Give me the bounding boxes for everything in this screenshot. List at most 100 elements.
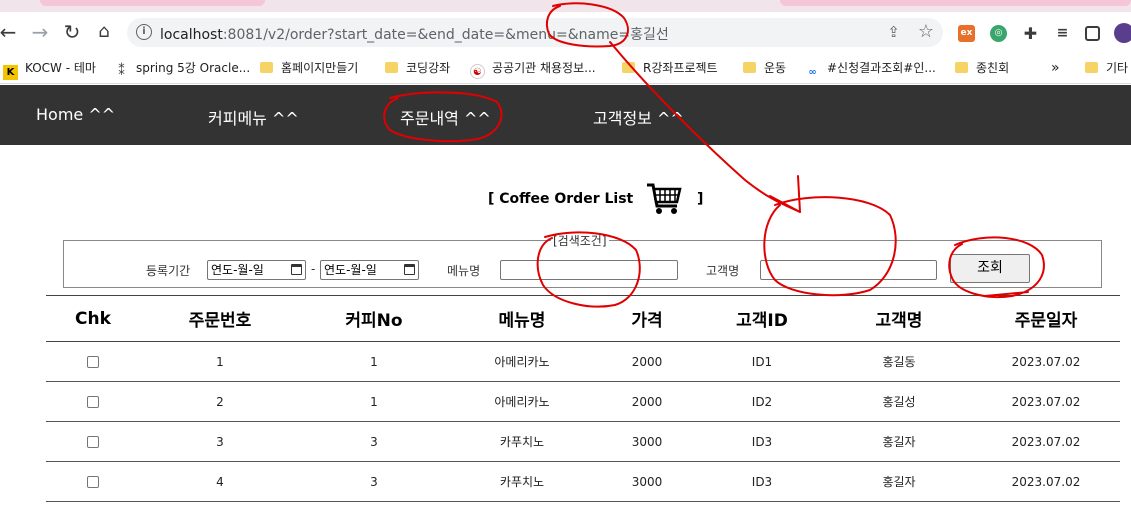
folder-icon: [260, 62, 273, 73]
header-menu-name: 메뉴명: [448, 295, 596, 342]
orders-table: Chk 주문번호 커피No 메뉴명 가격 고객ID 고객명 주문일자 1 1 아…: [46, 295, 1120, 502]
row-checkbox[interactable]: [87, 436, 99, 448]
calendar-icon[interactable]: [404, 264, 415, 275]
folder-icon: [743, 62, 756, 73]
bookmark-item[interactable]: K KOCW - 테마: [3, 58, 96, 80]
bookmark-label: 기타: [1106, 61, 1129, 75]
nav-order-list[interactable]: 주문내역 ^^: [400, 105, 491, 129]
bookmarks-overflow-button[interactable]: »: [1051, 58, 1060, 78]
bookmark-item[interactable]: 홈페이지만들기: [260, 58, 358, 78]
side-panel-icon[interactable]: [1085, 26, 1100, 41]
cell-order-no: 1: [140, 341, 300, 382]
dots-icon: ⁑: [118, 64, 125, 79]
cell-order-date: 2023.07.02: [972, 341, 1120, 382]
row-checkbox-cell: [46, 381, 140, 422]
header-customer-name: 고객명: [826, 295, 972, 342]
row-checkbox-cell: [46, 421, 140, 462]
cell-order-no: 2: [140, 381, 300, 422]
cell-coffee-no: 1: [300, 381, 448, 422]
folder-icon: [1085, 62, 1098, 73]
bookmark-item[interactable]: 종친회: [955, 58, 1009, 78]
bookmark-item[interactable]: ☯ 공공기관 채용정보...: [470, 58, 596, 79]
folder-icon: [622, 62, 635, 73]
tab-strip: [0, 0, 1131, 12]
start-date-input[interactable]: 연도-월-일: [207, 260, 306, 280]
bookmark-item[interactable]: 운동: [743, 58, 786, 78]
cell-menu-name: 아메리카노: [448, 341, 596, 382]
bookmarks-bar: K KOCW - 테마 ⁑ spring 5강 Oracle... 홈페이지만들기 …: [0, 52, 1131, 84]
bookmark-label: 운동: [764, 61, 787, 75]
share-icon[interactable]: ⇪: [887, 23, 900, 41]
end-date-input[interactable]: 연도-월-일: [320, 260, 419, 280]
cell-coffee-no: 3: [300, 421, 448, 462]
flag-icon: ☯: [470, 64, 485, 79]
extensions-puzzle-icon[interactable]: ✚: [1022, 25, 1039, 42]
profile-avatar-icon[interactable]: [1114, 23, 1131, 43]
nav-coffee-menu[interactable]: 커피메뉴 ^^: [208, 105, 299, 129]
bookmark-label: 홈페이지만들기: [281, 61, 359, 75]
bookmark-item[interactable]: 기타: [1085, 58, 1128, 78]
header-customer-id: 고객ID: [698, 295, 826, 342]
bookmark-item[interactable]: ∞ #신청결과조회#인...: [805, 58, 936, 78]
calendar-icon[interactable]: [291, 264, 302, 275]
cell-price: 2000: [596, 341, 698, 382]
header-price: 가격: [596, 295, 698, 342]
extension-green-icon[interactable]: ◎: [990, 25, 1007, 42]
cell-customer-id: ID2: [698, 381, 826, 422]
nav-customer-info[interactable]: 고객정보 ^^: [593, 105, 684, 129]
row-checkbox[interactable]: [87, 396, 99, 408]
cell-customer-id: ID3: [698, 421, 826, 462]
cell-customer-name: 홍길동: [826, 341, 972, 382]
header-chk: Chk: [46, 295, 140, 342]
row-checkbox[interactable]: [87, 356, 99, 368]
address-bar[interactable]: i localhost:8081/v2/order?start_date=&en…: [127, 18, 943, 47]
tab-highlight: [780, 0, 1131, 6]
period-label: 등록기간: [146, 264, 191, 278]
bookmark-label: KOCW - 테마: [25, 61, 96, 75]
nav-home[interactable]: Home ^^: [36, 105, 115, 124]
cell-order-date: 2023.07.02: [972, 421, 1120, 462]
bookmark-label: 종친회: [976, 61, 1010, 75]
cell-order-no: 4: [140, 461, 300, 502]
search-button[interactable]: 조회: [950, 254, 1030, 283]
shopping-cart-icon: [647, 183, 682, 214]
cell-price: 3000: [596, 461, 698, 502]
url-host: localhost: [160, 27, 223, 43]
page-title-text: [ Coffee Order List: [488, 191, 634, 207]
table-row: 3 3 카푸치노 3000 ID3 홍길자 2023.07.02: [46, 421, 1120, 462]
home-icon[interactable]: ⌂: [92, 20, 116, 44]
tab-highlight: [40, 0, 265, 6]
media-control-icon[interactable]: ≡: [1054, 25, 1071, 42]
start-date-placeholder: 연도-월-일: [211, 263, 264, 277]
cell-menu-name: 카푸치노: [448, 461, 596, 502]
cell-coffee-no: 1: [300, 341, 448, 382]
row-checkbox[interactable]: [87, 476, 99, 488]
row-checkbox-cell: [46, 461, 140, 502]
cell-customer-name: 홍길자: [826, 421, 972, 462]
table-row: 4 3 카푸치노 3000 ID3 홍길자 2023.07.02: [46, 461, 1120, 502]
customer-name-input[interactable]: [760, 260, 937, 280]
url-path: :8081/v2/order?start_date=&end_date=&men…: [222, 27, 669, 43]
menu-name-input[interactable]: [500, 260, 678, 280]
bookmark-star-icon[interactable]: ☆: [918, 21, 934, 42]
cell-coffee-no: 3: [300, 461, 448, 502]
reload-icon[interactable]: ↻: [60, 20, 84, 44]
forward-icon[interactable]: →: [28, 20, 52, 44]
bookmark-item[interactable]: ⁑ spring 5강 Oracle...: [114, 58, 250, 79]
table-row: 1 1 아메리카노 2000 ID1 홍길동 2023.07.02: [46, 341, 1120, 382]
bookmark-label: #신청결과조회#인...: [827, 61, 936, 75]
annotation-arrow-head: [769, 175, 801, 213]
cell-menu-name: 아메리카노: [448, 381, 596, 422]
site-info-icon[interactable]: i: [136, 24, 152, 40]
header-coffee-no: 커피No: [300, 295, 448, 342]
bookmark-item[interactable]: R강좌프로젝트: [622, 58, 718, 78]
extension-ex-icon[interactable]: ex: [958, 25, 975, 42]
page: ← → ↻ ⌂ i localhost:8081/v2/order?start_…: [0, 0, 1131, 505]
bookmark-label: 공공기관 채용정보...: [492, 61, 596, 75]
url-text[interactable]: localhost:8081/v2/order?start_date=&end_…: [160, 24, 669, 44]
page-title-close: ]: [696, 191, 704, 207]
back-icon[interactable]: ←: [0, 20, 20, 44]
cell-order-date: 2023.07.02: [972, 461, 1120, 502]
cell-menu-name: 카푸치노: [448, 421, 596, 462]
bookmark-item[interactable]: 코딩강좌: [385, 58, 450, 78]
